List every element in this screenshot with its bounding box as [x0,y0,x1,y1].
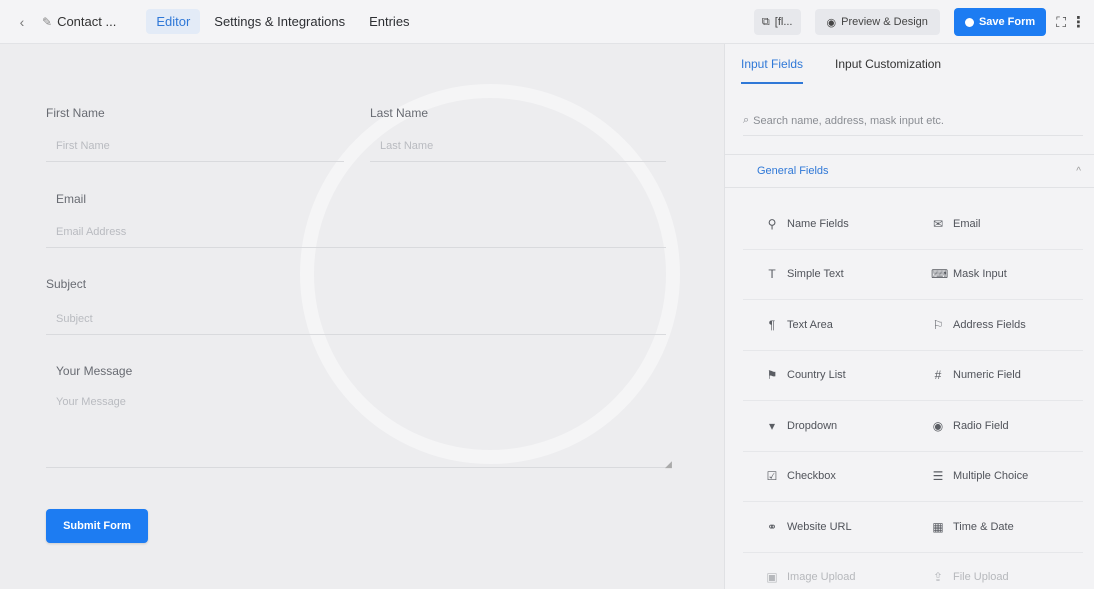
subject-label: Subject [46,277,87,291]
message-label: Your Message [56,364,133,378]
field-item-name-fields[interactable]: ⚲ Name Fields [743,199,913,250]
field-item-label: Text Area [787,318,833,331]
chevron-up-icon: ^ [1076,165,1081,177]
field-item-text-area[interactable]: ¶ Text Area [743,300,913,351]
field-item-radio-field[interactable]: ◉ Radio Field [913,401,1083,452]
form-title[interactable]: ✎ Contact ... [42,14,116,29]
field-item-file-upload[interactable]: ⇪ File Upload [913,553,1083,589]
save-label: Save Form [978,16,1036,28]
preview-design-button[interactable]: ◉ Preview & Design [814,9,940,35]
field-item-website-url[interactable]: ⚭ Website URL [743,502,913,553]
field-item-label: Address Fields [953,318,1026,331]
link-icon: ⚭ [766,519,778,534]
panel-tabs: Input Fields Input Customization [725,44,1094,84]
field-item-dropdown[interactable]: ▾ Dropdown [743,401,913,452]
user-icon: ⚲ [767,216,777,231]
field-item-checkbox[interactable]: ☑ Checkbox [743,452,913,502]
save-icon [964,17,974,27]
first-name-label: First Name [46,106,105,120]
field-item-mask-input[interactable]: ⌨ Mask Input [913,250,1083,300]
upload-icon: ⇪ [932,570,944,585]
general-fields-header[interactable]: General Fields ^ [725,154,1094,188]
envelope-icon: ✉ [932,216,944,231]
field-item-label: Dropdown [787,419,838,432]
pencil-icon: ✎ [42,14,53,29]
search-placeholder: Search name, address, mask input etc. [753,114,944,127]
field-item-label: Mask Input [953,268,1007,281]
dropdown-icon: ▾ [768,418,776,433]
resize-handle-icon[interactable]: ◢ [665,459,672,470]
top-actions: ⧉ [fl... ◉ Preview & Design Save Form ⛶ … [753,0,1094,44]
copy-icon: ⧉ [761,15,770,28]
field-item-label: Website URL [787,520,852,533]
radio-icon: ◉ [932,418,944,433]
email-label: Email [56,192,87,206]
field-item-country-list[interactable]: ⚑ Country List [743,351,913,401]
save-form-button[interactable]: Save Form [953,8,1047,36]
field-item-numeric-field[interactable]: # Numeric Field [913,351,1083,401]
nav-editor[interactable]: Editor [146,9,201,34]
location-pin-icon: ⚐ [932,317,944,332]
field-item-email[interactable]: ✉ Email [913,199,1083,250]
field-item-label: Numeric Field [953,369,1021,382]
tab-input-fields[interactable]: Input Fields [725,44,819,84]
field-item-label: Radio Field [953,419,1009,432]
field-item-simple-text[interactable]: T Simple Text [743,250,913,300]
field-item-label: Time & Date [953,520,1014,533]
field-item-label: Image Upload [787,571,856,584]
field-item-label: Name Fields [787,217,849,230]
search-icon: ⌕ [743,114,750,126]
message-textarea[interactable]: Your Message [46,388,666,468]
calendar-icon: ▦ [932,519,944,534]
eye-icon: ◉ [826,16,837,29]
field-item-label: Simple Text [787,268,844,281]
field-item-label: File Upload [953,571,1009,584]
text-cursor-icon: T [768,267,776,282]
keyboard-icon: ⌨ [931,267,949,282]
nav-entries[interactable]: Entries [359,9,419,34]
first-name-input[interactable]: First Name [46,130,344,162]
image-icon: ▣ [766,570,778,585]
form-title-text: Contact ... [57,14,117,29]
shortcode-button[interactable]: ⧉ [fl... [753,9,801,35]
hash-icon: # [934,368,942,383]
field-item-image-upload[interactable]: ▣ Image Upload [743,553,913,589]
chevron-left-icon[interactable]: ‹ [10,14,34,30]
field-item-label: Multiple Choice [953,470,1029,483]
tab-input-customization[interactable]: Input Customization [819,44,957,84]
more-options-icon[interactable]: ⋮ [1071,13,1086,31]
preview-label: Preview & Design [841,16,928,28]
field-search-input[interactable]: ⌕ Search name, address, mask input etc. [743,106,1083,136]
list-icon: ☰ [932,469,944,484]
field-item-label: Checkbox [787,470,836,483]
field-item-label: Email [953,217,981,230]
fullscreen-icon[interactable]: ⛶ [1056,14,1066,31]
fields-panel: Input Fields Input Customization ⌕ Searc… [724,44,1094,589]
top-bar: ‹ ✎ Contact ... Editor Settings & Integr… [0,0,1094,44]
shortcode-label: [fl... [774,16,793,28]
form-canvas: First Name First Name Last Name Last Nam… [0,44,724,589]
last-name-input[interactable]: Last Name [370,130,666,162]
field-item-address-fields[interactable]: ⚐ Address Fields [913,300,1083,351]
email-input[interactable]: Email Address [46,216,666,248]
field-item-multiple-choice[interactable]: ☰ Multiple Choice [913,452,1083,502]
subject-input[interactable]: Subject [46,303,666,335]
flag-icon: ⚑ [766,368,778,383]
checkbox-icon: ☑ [766,469,778,484]
nav-settings-integrations[interactable]: Settings & Integrations [204,9,355,34]
field-item-label: Country List [787,369,846,382]
last-name-label: Last Name [370,106,429,120]
submit-form-button[interactable]: Submit Form [46,509,148,543]
section-title: General Fields [757,165,829,177]
main-nav: Editor Settings & Integrations Entries [146,9,419,34]
field-item-time-date[interactable]: ▦ Time & Date [913,502,1083,553]
field-grid: ⚲ Name Fields ✉ Email T Simple Text ⌨ Mask Inpu… [743,199,1083,589]
paragraph-icon: ¶ [768,317,776,332]
